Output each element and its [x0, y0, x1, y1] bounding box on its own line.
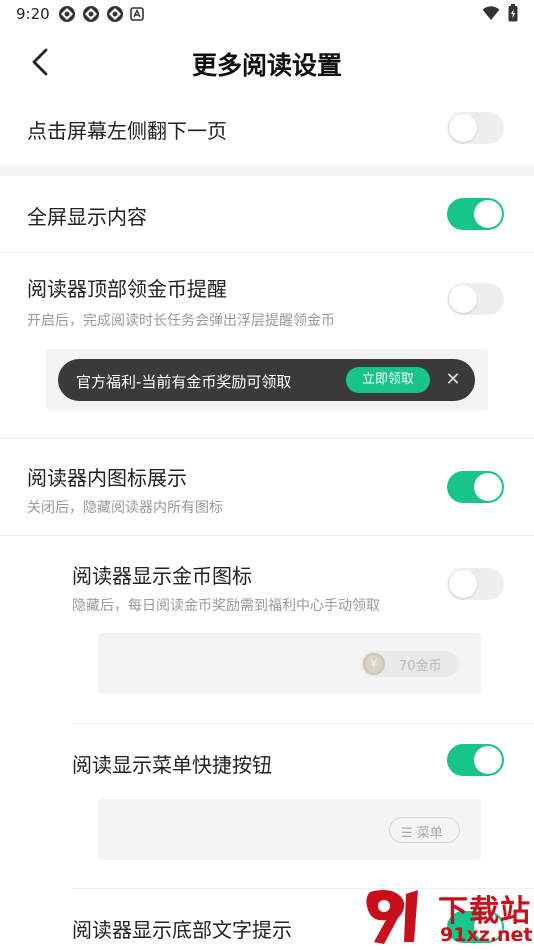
top-coin-reminder-toggle[interactable] — [447, 283, 504, 315]
battery-icon — [508, 4, 518, 22]
watermark: 下载站 91xz.net — [362, 884, 534, 950]
toggle-knob — [449, 285, 477, 313]
setting-row-reader-icons[interactable]: 阅读器内图标展示 关闭后，隐藏阅读器内所有图标 — [0, 439, 534, 535]
close-icon[interactable]: ✕ — [441, 368, 465, 392]
setting-subtitle: 开启后，完成阅读时长任务会弹出浮层提醒领金币 — [27, 313, 335, 329]
toggle-knob — [474, 473, 502, 501]
app-icon — [83, 6, 99, 22]
setting-row-fullscreen[interactable]: 全屏显示内容 — [0, 180, 534, 252]
coin-icon-toggle[interactable] — [447, 568, 504, 600]
app-icon — [59, 6, 75, 22]
claim-now-button[interactable]: 立即领取 — [346, 367, 430, 393]
setting-title: 阅读器顶部领金币提醒 — [27, 277, 227, 301]
section-divider — [0, 166, 534, 176]
toggle-knob — [474, 200, 502, 228]
setting-title: 阅读器显示底部文字提示 — [72, 918, 292, 942]
watermark-logo-icon — [366, 890, 418, 944]
setting-title: 全屏显示内容 — [27, 205, 147, 229]
page-title: 更多阅读设置 — [191, 51, 342, 80]
menu-label: ☰ 菜单 — [401, 826, 443, 841]
header: 更多阅读设置 — [0, 36, 534, 88]
banner-text: 官方福利-当前有金币奖励可领取 — [76, 373, 292, 391]
coin-pill: ¥ 70金币 — [361, 651, 459, 677]
app-icon — [107, 6, 123, 22]
tap-left-toggle[interactable] — [447, 112, 504, 144]
status-right — [482, 4, 518, 22]
watermark-text-bottom: 91xz.net — [440, 924, 533, 946]
setting-title: 阅读器显示金币图标 — [72, 564, 252, 588]
notification-icons — [58, 5, 144, 23]
setting-title: 点击屏幕左侧翻下一页 — [27, 119, 227, 143]
setting-title: 阅读器内图标展示 — [27, 466, 187, 490]
reader-icons-toggle[interactable] — [447, 471, 504, 503]
setting-subtitle: 隐藏后，每日阅读金币奖励需到福利中心手动领取 — [72, 598, 380, 614]
setting-row-top-coin-reminder[interactable]: 阅读器顶部领金币提醒 开启后，完成阅读时长任务会弹出浮层提醒领金币 — [0, 253, 534, 438]
coin-reminder-banner: 官方福利-当前有金币奖励可领取 立即领取 ✕ — [58, 359, 475, 401]
setting-row-tap-left[interactable]: 点击屏幕左侧翻下一页 — [0, 100, 534, 166]
setting-title: 阅读显示菜单快捷按钮 — [72, 753, 272, 777]
a-icon — [130, 7, 144, 21]
setting-subtitle: 关闭后，隐藏阅读器内所有图标 — [27, 500, 223, 516]
menu-pill: ☰ 菜单 — [389, 817, 460, 843]
toggle-knob — [474, 746, 502, 774]
toggle-knob — [449, 114, 477, 142]
setting-row-coin-icon[interactable]: 阅读器显示金币图标 隐藏后，每日阅读金币奖励需到福利中心手动领取 — [0, 536, 534, 723]
coin-icon: ¥ — [363, 653, 385, 675]
wifi-icon — [482, 6, 500, 20]
menu-shortcut-toggle[interactable] — [447, 744, 504, 776]
coin-label: 70金币 — [399, 659, 442, 674]
fullscreen-toggle[interactable] — [447, 198, 504, 230]
status-bar: 9:20 — [0, 0, 534, 28]
status-time: 9:20 — [16, 5, 50, 23]
toggle-knob — [449, 570, 477, 598]
